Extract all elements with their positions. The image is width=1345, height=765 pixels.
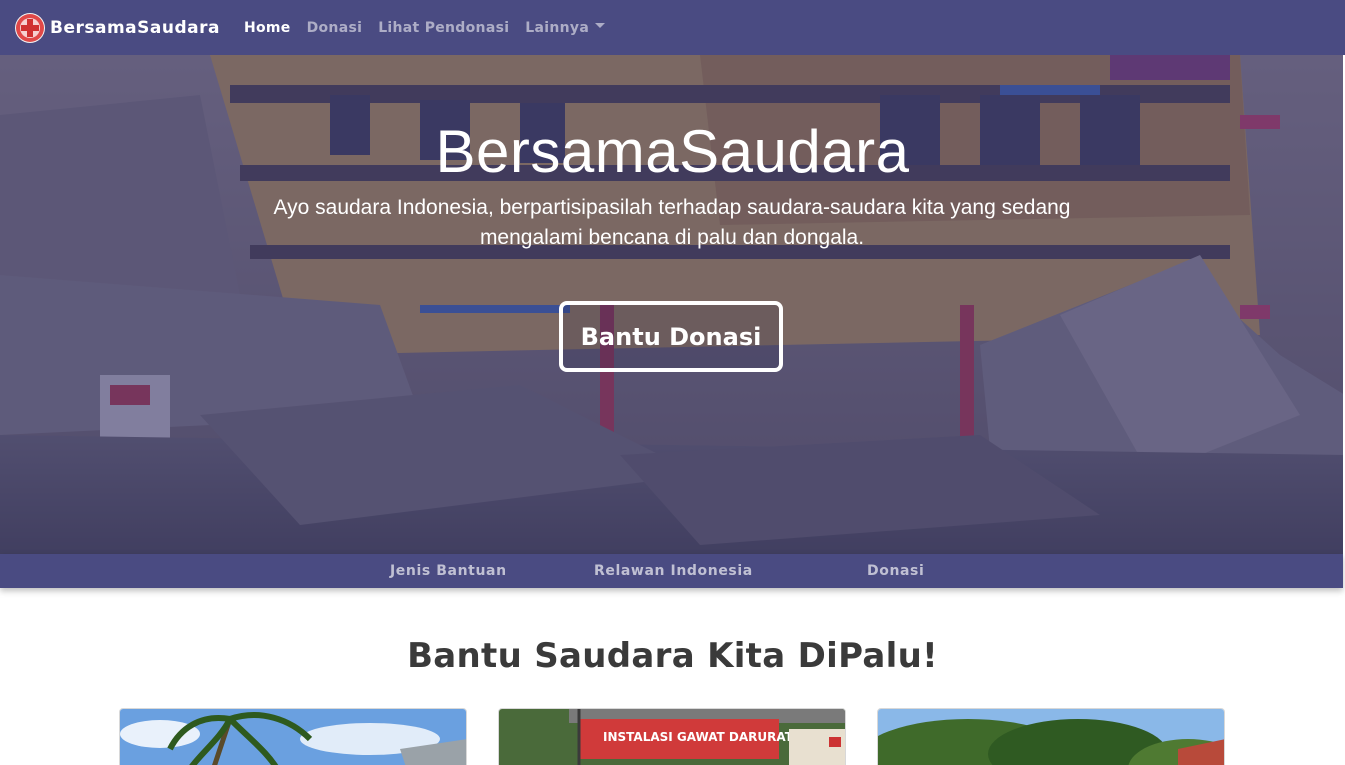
red-cross-logo-icon (15, 12, 45, 43)
hero-subtitle: Ayo saudara Indonesia, berpartisipasilah… (273, 196, 1071, 249)
section-subnav: Jenis Bantuan Relawan Indonesia Donasi (0, 554, 1343, 588)
card-photo-palm (120, 709, 466, 765)
card-photo-trees (878, 709, 1224, 765)
subnav-donasi[interactable]: Donasi (867, 554, 924, 588)
nav-home-link[interactable]: Home (236, 20, 299, 36)
card-photo-emergency: INSTALASI GAWAT DARURAT (499, 709, 845, 765)
card-sign-text: INSTALASI GAWAT DARURAT (603, 730, 794, 744)
hero-section: BersamaSaudara Ayo saudara Indonesia, be… (0, 55, 1345, 554)
nav-links: Home Donasi Lihat Pendonasi Lainnya (236, 0, 613, 55)
section-title: Bantu Saudara Kita DiPalu! (407, 636, 938, 676)
nav-lainnya-dropdown[interactable]: Lainnya (517, 20, 613, 36)
hero-content: BersamaSaudara Ayo saudara Indonesia, be… (0, 55, 1345, 554)
card-image-1[interactable] (119, 708, 467, 765)
subnav-jenis-bantuan[interactable]: Jenis Bantuan (390, 554, 507, 588)
brand-name: BersamaSaudara (50, 17, 220, 38)
subnav-relawan-indonesia[interactable]: Relawan Indonesia (594, 554, 753, 588)
card-image-2[interactable]: INSTALASI GAWAT DARURAT (498, 708, 846, 765)
bantu-donasi-button[interactable]: Bantu Donasi (559, 301, 783, 372)
hero-title: BersamaSaudara (435, 118, 910, 185)
nav-lainnya-label: Lainnya (525, 19, 590, 36)
brand[interactable]: BersamaSaudara (15, 0, 220, 55)
page: BersamaSaudara Home Donasi Lihat Pendona… (0, 0, 1345, 765)
nav-donasi-link[interactable]: Donasi (299, 20, 371, 36)
card-image-3[interactable] (877, 708, 1225, 765)
chevron-down-icon (595, 23, 606, 28)
nav-lihat-pendonasi-link[interactable]: Lihat Pendonasi (370, 20, 517, 36)
top-navbar: BersamaSaudara Home Donasi Lihat Pendona… (0, 0, 1345, 55)
